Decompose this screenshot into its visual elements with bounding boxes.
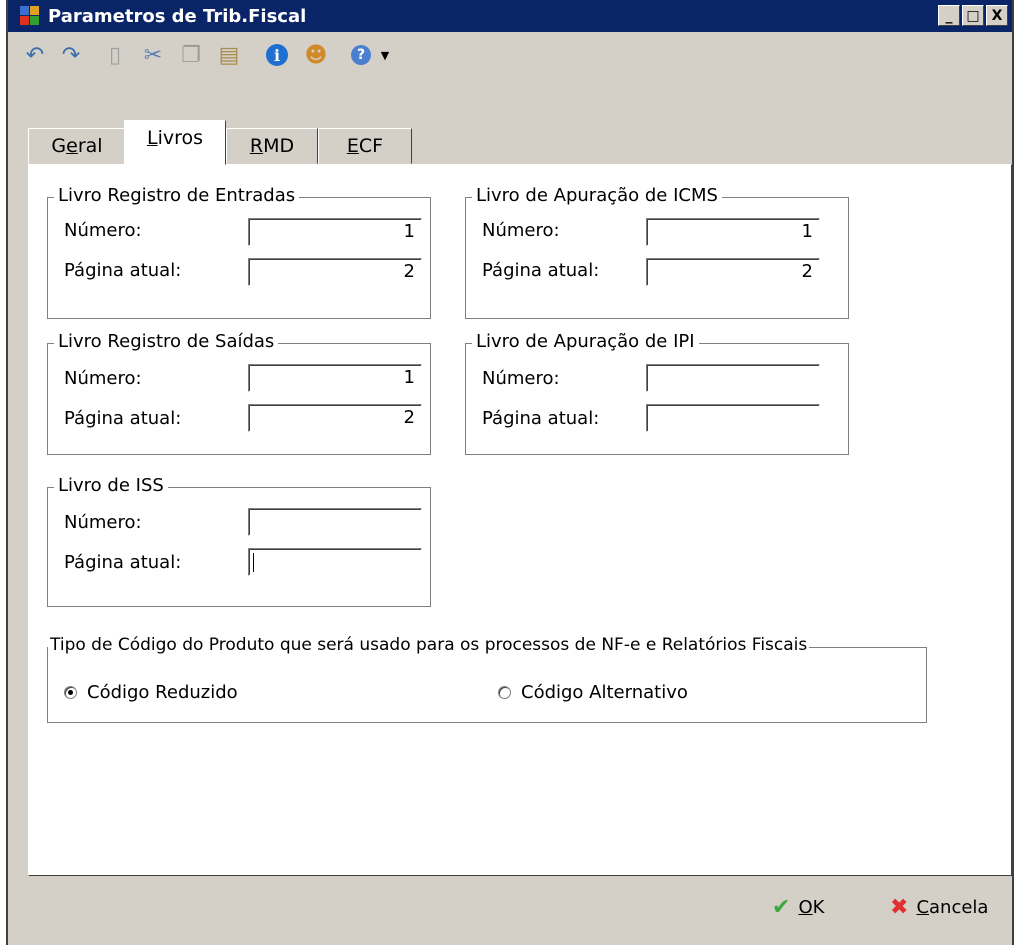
radio-label: Código Alternativo	[521, 682, 688, 703]
entradas-pagina-input[interactable]: 2	[248, 258, 422, 286]
group-legend: Tipo de Código do Produto que será usado…	[48, 635, 810, 655]
tab-panel-livros: Livro Registro de Entradas Número: 1 Pág…	[28, 164, 1012, 876]
app-icon	[20, 6, 40, 26]
saidas-pagina-input[interactable]: 2	[248, 404, 422, 432]
text-caret	[253, 553, 254, 572]
new-document-icon[interactable]: ▯	[96, 40, 134, 70]
dialog-window: Parametros de Trib.Fiscal _ □ X ↶ ↷ ▯ ✂ …	[6, 0, 1014, 945]
iss-pagina-input[interactable]	[248, 548, 422, 576]
group-registro-entradas: Livro Registro de Entradas Número: 1 Pág…	[47, 185, 431, 319]
numero-label: Número:	[482, 368, 560, 389]
saidas-numero-input[interactable]: 1	[248, 364, 422, 392]
checkmark-icon: ✔	[772, 894, 791, 920]
paste-icon[interactable]: ▤	[210, 40, 248, 70]
icms-pagina-input[interactable]: 2	[646, 258, 820, 286]
pagina-label: Página atual:	[482, 408, 600, 429]
radio-checked-icon	[64, 686, 77, 699]
ok-button[interactable]: ✔ OK	[772, 892, 824, 922]
user-icon[interactable]: ☻	[296, 40, 336, 70]
radio-label: Código Reduzido	[87, 682, 238, 703]
icms-numero-input[interactable]: 1	[646, 218, 820, 246]
redo-icon[interactable]: ↷	[52, 40, 90, 70]
entradas-numero-input[interactable]: 1	[248, 218, 422, 246]
pagina-label: Página atual:	[482, 260, 600, 281]
radio-codigo-reduzido[interactable]: Código Reduzido	[64, 682, 238, 703]
button-bar: ✔ OK ✖ Cancela	[8, 876, 1012, 945]
copy-icon[interactable]: ❐	[172, 40, 210, 70]
window-title: Parametros de Trib.Fiscal	[48, 5, 307, 27]
iss-numero-input[interactable]	[248, 508, 422, 536]
group-apuracao-ipi: Livro de Apuração de IPI Número: Página …	[465, 331, 849, 455]
undo-icon[interactable]: ↶	[18, 40, 52, 70]
title-bar[interactable]: Parametros de Trib.Fiscal _ □ X	[8, 0, 1012, 32]
numero-label: Número:	[482, 220, 560, 241]
numero-label: Número:	[64, 220, 142, 241]
maximize-button[interactable]: □	[962, 5, 984, 26]
toolbar: ↶ ↷ ▯ ✂ ❐ ▤ i ☻ ? ▼	[8, 32, 1012, 78]
info-icon[interactable]: i	[258, 40, 296, 70]
close-icon: ✖	[890, 894, 909, 920]
chevron-down-icon[interactable]: ▼	[376, 40, 394, 70]
pagina-label: Página atual:	[64, 552, 182, 573]
cancel-button[interactable]: ✖ Cancela	[890, 892, 988, 922]
help-icon[interactable]: ?	[346, 40, 376, 70]
ipi-numero-input[interactable]	[646, 364, 820, 392]
tab-geral[interactable]: Geral	[28, 128, 126, 164]
group-legend: Livro Registro de Entradas	[54, 185, 300, 206]
minimize-button[interactable]: _	[938, 5, 960, 26]
tab-ecf[interactable]: ECF	[318, 128, 412, 164]
tab-livros[interactable]: Livros	[124, 120, 226, 165]
group-legend: Livro de ISS	[54, 475, 168, 496]
group-registro-saidas: Livro Registro de Saídas Número: 1 Págin…	[47, 331, 431, 455]
tab-rmd[interactable]: RMD	[226, 128, 318, 164]
radio-unchecked-icon	[498, 686, 511, 699]
ipi-pagina-input[interactable]	[646, 404, 820, 432]
numero-label: Número:	[64, 512, 142, 533]
group-legend: Livro de Apuração de IPI	[472, 331, 699, 352]
group-legend: Livro Registro de Saídas	[54, 331, 279, 352]
pagina-label: Página atual:	[64, 260, 182, 281]
group-livro-iss: Livro de ISS Número: Página atual:	[47, 475, 431, 607]
numero-label: Número:	[64, 368, 142, 389]
radio-codigo-alternativo[interactable]: Código Alternativo	[498, 682, 688, 703]
group-apuracao-icms: Livro de Apuração de ICMS Número: 1 Pági…	[465, 185, 849, 319]
group-legend: Livro de Apuração de ICMS	[472, 185, 722, 206]
group-tipo-codigo: Tipo de Código do Produto que será usado…	[47, 635, 927, 723]
close-button[interactable]: X	[986, 5, 1008, 26]
cut-icon[interactable]: ✂	[134, 40, 172, 70]
pagina-label: Página atual:	[64, 408, 182, 429]
